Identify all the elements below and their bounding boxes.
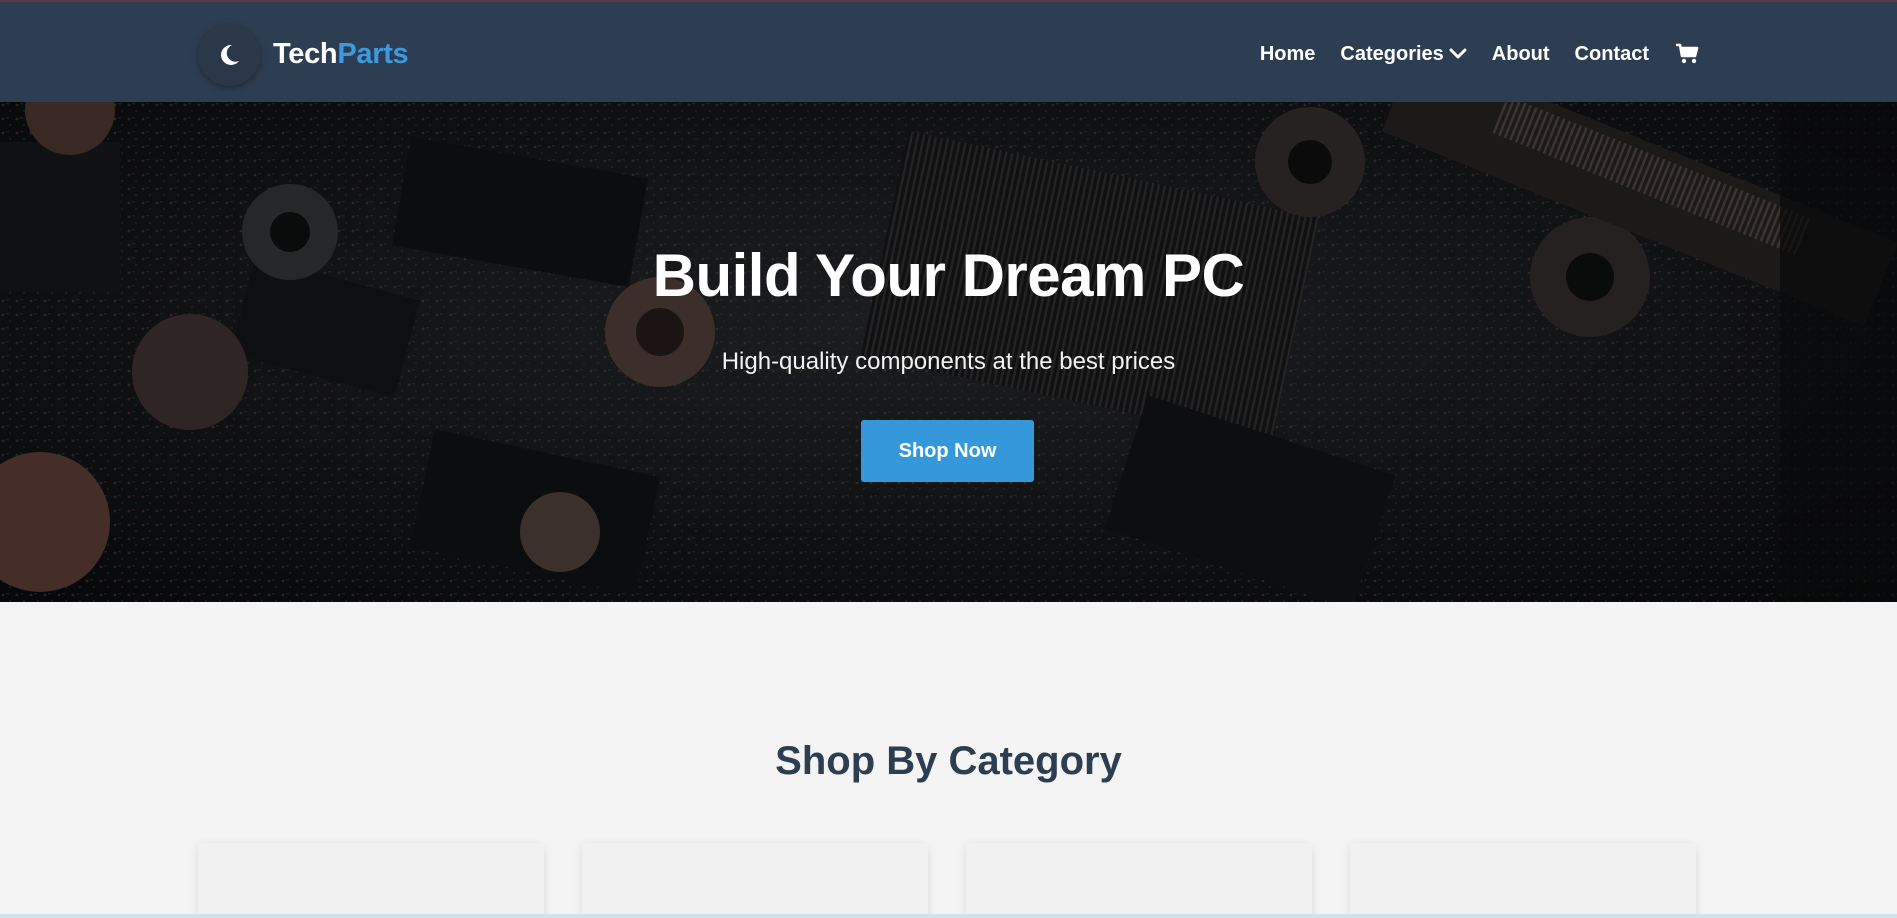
navbar: TechParts Home Categories About Contact bbox=[0, 0, 1897, 102]
categories-section-title: Shop By Category bbox=[775, 739, 1122, 783]
shop-now-button[interactable]: Shop Now bbox=[861, 420, 1034, 482]
viewport-bottom-edge bbox=[0, 914, 1897, 918]
logo-main: Tech bbox=[273, 38, 338, 70]
nav-contact-label: Contact bbox=[1574, 43, 1649, 65]
category-card[interactable] bbox=[966, 843, 1312, 918]
nav-about-label: About bbox=[1491, 43, 1550, 65]
nav-contact-link[interactable]: Contact bbox=[1575, 40, 1649, 68]
nav-home-label: Home bbox=[1259, 43, 1316, 65]
moon-icon bbox=[221, 44, 239, 65]
hero-subtitle: High-quality components at the best pric… bbox=[721, 348, 1176, 375]
nav-about-link[interactable]: About bbox=[1492, 40, 1550, 68]
cart-icon bbox=[1676, 43, 1699, 64]
theme-toggle-button[interactable] bbox=[198, 24, 260, 86]
cart-button[interactable] bbox=[1675, 43, 1699, 65]
nav-categories-dropdown[interactable]: Categories bbox=[1340, 40, 1467, 68]
nav-links: Home Categories About Contact bbox=[1260, 40, 1699, 68]
chevron-down-icon bbox=[1449, 47, 1467, 61]
nav-home-link[interactable]: Home bbox=[1260, 40, 1316, 68]
category-card[interactable] bbox=[1350, 843, 1696, 918]
category-card[interactable] bbox=[582, 843, 928, 918]
logo-accent: Parts bbox=[337, 38, 409, 70]
hero-banner: Build Your Dream PC High-quality compone… bbox=[0, 102, 1897, 602]
category-card[interactable] bbox=[198, 843, 544, 918]
nav-categories-label: Categories bbox=[1340, 43, 1444, 65]
hero-title: Build Your Dream PC bbox=[652, 242, 1245, 309]
logo[interactable]: TechParts bbox=[273, 36, 409, 72]
